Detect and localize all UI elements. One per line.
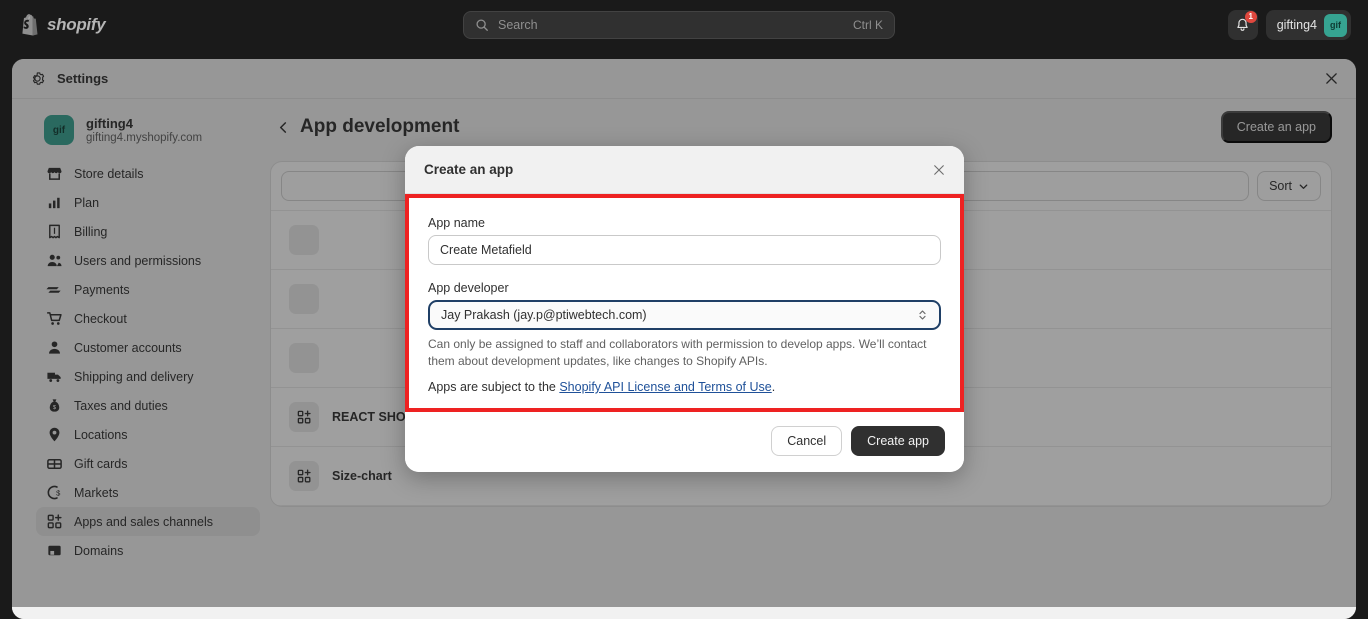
select-updown-icon bbox=[919, 310, 926, 320]
app-name-field-group: App name bbox=[428, 216, 941, 265]
dialog-header: Create an app bbox=[405, 146, 964, 194]
user-name-label: gifting4 bbox=[1276, 18, 1317, 32]
top-navigation-bar: shopify Search Ctrl K 1 gifting4 gif bbox=[0, 0, 1368, 49]
shopify-api-terms-link[interactable]: Shopify API License and Terms of Use bbox=[559, 380, 771, 394]
close-icon bbox=[934, 164, 944, 175]
app-developer-help-text: Can only be assigned to staff and collab… bbox=[428, 337, 927, 369]
search-placeholder: Search bbox=[498, 18, 538, 32]
app-developer-selected-value: Jay Prakash (jay.p@ptiwebtech.com) bbox=[441, 308, 647, 322]
topbar-right-cluster: 1 gifting4 gif bbox=[1227, 10, 1351, 40]
terms-notice: Apps are subject to the Shopify API Lice… bbox=[428, 380, 941, 394]
dialog-footer: Cancel Create app bbox=[405, 412, 964, 473]
app-name-input[interactable] bbox=[428, 235, 941, 265]
shopify-brand[interactable]: shopify bbox=[20, 13, 106, 36]
create-an-app-dialog: Create an app App name App developer Jay… bbox=[405, 146, 964, 473]
global-search-bar[interactable]: Search Ctrl K bbox=[463, 11, 895, 39]
avatar: gif bbox=[1324, 13, 1347, 37]
dialog-title: Create an app bbox=[424, 162, 514, 177]
shopify-bag-icon bbox=[22, 13, 38, 36]
app-name-label: App name bbox=[428, 216, 485, 230]
close-dialog-button[interactable] bbox=[926, 157, 952, 183]
terms-suffix: . bbox=[771, 380, 776, 395]
create-app-button[interactable]: Create app bbox=[851, 426, 945, 457]
dialog-body-highlighted: App name App developer Jay Prakash (jay.… bbox=[405, 194, 964, 413]
search-shortcut-hint: Ctrl K bbox=[853, 18, 883, 32]
shopify-wordmark: shopify bbox=[47, 14, 106, 34]
notifications-button[interactable]: 1 bbox=[1227, 10, 1258, 40]
app-developer-label: App developer bbox=[428, 281, 509, 295]
cancel-button[interactable]: Cancel bbox=[771, 426, 843, 457]
app-developer-select[interactable]: Jay Prakash (jay.p@ptiwebtech.com) bbox=[428, 300, 941, 330]
user-menu-button[interactable]: gifting4 gif bbox=[1265, 10, 1351, 40]
terms-prefix: Apps are subject to the bbox=[428, 380, 560, 395]
search-icon bbox=[476, 19, 488, 31]
app-developer-field-group: App developer Jay Prakash (jay.p@ptiwebt… bbox=[428, 281, 941, 394]
notification-badge: 1 bbox=[1244, 11, 1257, 23]
